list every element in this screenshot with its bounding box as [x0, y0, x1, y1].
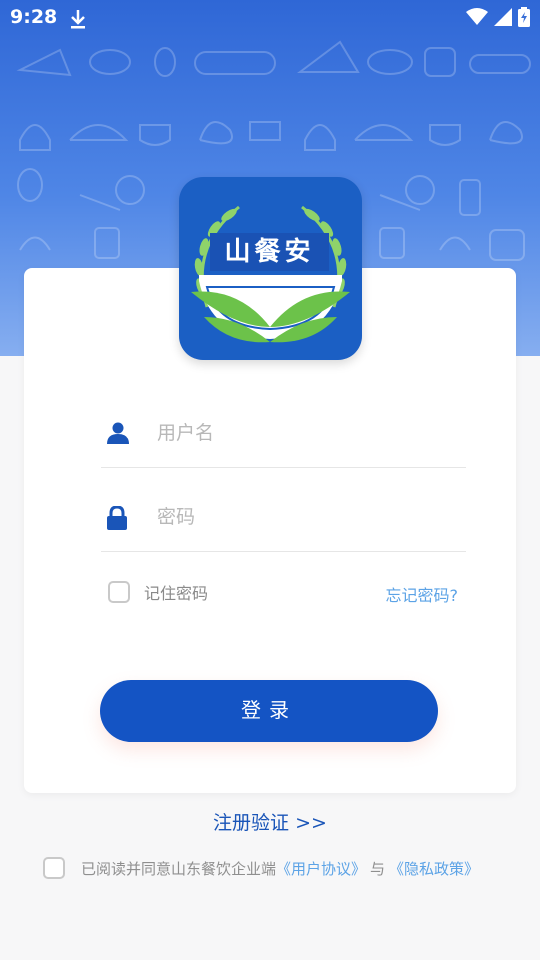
- logo-brand-text: 山餐安: [210, 233, 329, 271]
- password-field[interactable]: [101, 468, 466, 552]
- agreement-prefix: 已阅读并同意山东餐饮企业端: [81, 859, 277, 878]
- lock-icon: [107, 505, 127, 534]
- remember-checkbox[interactable]: [108, 581, 130, 603]
- password-input[interactable]: [157, 502, 447, 532]
- remember-label: 记住密码: [144, 584, 209, 603]
- login-button[interactable]: 登录: [100, 680, 438, 742]
- username-field[interactable]: [101, 384, 466, 468]
- privacy-policy-link[interactable]: 《隐私政策》: [389, 860, 479, 878]
- app-logo: 山餐安: [179, 177, 362, 360]
- agreement-row: 已阅读并同意山东餐饮企业端《用户协议》与《隐私政策》: [43, 857, 479, 879]
- wifi-icon: [466, 8, 488, 30]
- download-icon: [68, 8, 88, 34]
- forgot-password-link[interactable]: 忘记密码?: [386, 582, 459, 606]
- status-bar: 9:28: [0, 0, 540, 36]
- username-input[interactable]: [157, 418, 447, 448]
- agreement-text: 已阅读并同意山东餐饮企业端《用户协议》与《隐私政策》: [81, 858, 479, 879]
- remember-password[interactable]: 记住密码: [108, 580, 208, 604]
- battery-icon: [518, 7, 530, 31]
- signal-icon: [494, 8, 512, 30]
- agreement-checkbox[interactable]: [43, 857, 65, 879]
- agreement-connector: 与: [370, 859, 386, 878]
- register-link[interactable]: 注册验证 >>: [0, 808, 540, 835]
- status-time: 9:28: [10, 6, 58, 28]
- user-icon: [107, 422, 129, 448]
- user-agreement-link[interactable]: 《用户协议》: [276, 860, 366, 878]
